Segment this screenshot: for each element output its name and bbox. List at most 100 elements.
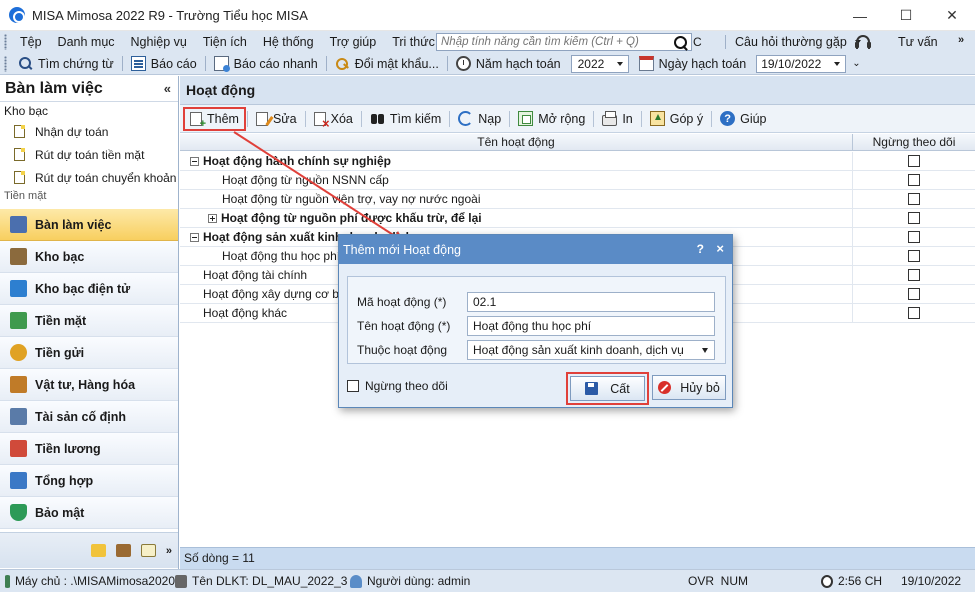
nav-label: Tiền mặt xyxy=(35,313,87,328)
column-header-name[interactable]: Tên hoạt động xyxy=(180,134,853,150)
nav-overflow-icon[interactable]: » xyxy=(166,545,172,557)
headset-icon[interactable] xyxy=(855,35,871,49)
refresh-icon xyxy=(458,111,474,126)
dialog-title: Thêm mới Hoạt động xyxy=(343,242,461,257)
feature-search-box[interactable] xyxy=(436,33,692,51)
reload-button[interactable]: Nạp xyxy=(451,107,508,131)
menu-knowledge[interactable]: Tri thức xyxy=(384,31,443,53)
stop-tracking-checkbox[interactable] xyxy=(908,307,920,319)
nav-workspace[interactable]: Bàn làm việc xyxy=(0,209,178,241)
stop-tracking-checkbox[interactable] xyxy=(908,269,920,281)
help-button[interactable]: ? Giúp xyxy=(713,107,773,131)
menu-file[interactable]: Tệp xyxy=(12,31,50,53)
expand-node-icon[interactable] xyxy=(208,213,217,223)
table-row[interactable]: Hoạt động từ nguồn viện trợ, vay nợ nước… xyxy=(180,190,975,209)
find-voucher-button[interactable]: Tìm chứng từ xyxy=(12,56,120,71)
menu-catalog[interactable]: Danh mục xyxy=(50,31,123,53)
nav-payroll[interactable]: Tiền lương xyxy=(0,433,178,465)
code-input[interactable]: 02.1 xyxy=(467,292,715,312)
print-button[interactable]: In xyxy=(595,107,639,131)
checkbox-icon[interactable] xyxy=(347,380,359,392)
nav-label: Kho bạc xyxy=(35,249,85,264)
parent-select[interactable]: Hoạt động sản xuất kinh doanh, dịch vụ xyxy=(467,340,715,360)
activity-name-cell[interactable]: Hoạt động hành chính sự nghiệp xyxy=(180,152,853,170)
stop-tracking-checkbox[interactable] xyxy=(908,212,920,224)
dialog-close-icon[interactable]: × xyxy=(716,241,724,256)
link-withdraw-transfer[interactable]: Rút dự toán chuyển khoản xyxy=(0,166,178,189)
collapse-panel-icon[interactable]: « xyxy=(164,81,171,96)
nav-inventory[interactable]: Vật tư, Hàng hóa xyxy=(0,369,178,401)
stop-tracking-checkbox[interactable] xyxy=(908,155,920,167)
chevron-down-icon[interactable] xyxy=(702,348,708,353)
expand-button[interactable]: Mở rộng xyxy=(511,107,592,131)
name-input[interactable]: Hoạt động thu học phí xyxy=(467,316,715,336)
nav-cash[interactable]: Tiền mặt xyxy=(0,305,178,337)
search-icon[interactable] xyxy=(673,35,689,51)
maximize-button[interactable]: ☐ xyxy=(883,0,929,31)
stop-tracking-checkbox[interactable] xyxy=(908,288,920,300)
activity-name-cell[interactable]: Hoạt động từ nguồn viện trợ, vay nợ nước… xyxy=(180,190,853,208)
chevron-down-icon xyxy=(616,61,623,66)
add-button[interactable]: Thêm xyxy=(183,106,246,131)
close-window-button[interactable]: ✕ xyxy=(929,0,975,31)
printer-icon xyxy=(602,110,618,126)
nav-treasury[interactable]: Kho bạc xyxy=(0,241,178,273)
faq-label: Câu hỏi thường gặp xyxy=(735,35,847,49)
quick-report-button[interactable]: Báo cáo nhanh xyxy=(208,56,324,72)
menu-help[interactable]: Trợ giúp xyxy=(322,31,385,53)
search-button[interactable]: Tìm kiếm xyxy=(363,107,448,131)
advisor-menu[interactable]: Tư vấn xyxy=(898,31,938,53)
folder-icon[interactable] xyxy=(90,544,106,557)
nav-general[interactable]: Tổng hợp xyxy=(0,465,178,497)
fiscal-year-label: Năm hạch toán xyxy=(475,56,561,71)
posting-date-input[interactable]: 19/10/2022 xyxy=(756,54,847,73)
link-withdraw-cash[interactable]: Rút dự toán tiền mặt xyxy=(0,143,178,166)
nav-deposit[interactable]: Tiền gửi xyxy=(0,337,178,369)
stop-tracking-checkbox[interactable]: Ngừng theo dõi xyxy=(347,379,448,393)
nav-security[interactable]: Bảo mật xyxy=(0,497,178,529)
feedback-button[interactable]: Góp ý xyxy=(643,107,710,131)
chevron-down-icon[interactable] xyxy=(834,61,841,66)
report-button[interactable]: Báo cáo xyxy=(125,56,203,71)
cancel-button[interactable]: Hủy bỏ xyxy=(652,375,726,400)
fiscal-year-select[interactable]: 2022 xyxy=(570,54,629,73)
nav-fixed-assets[interactable]: Tài sản cố định xyxy=(0,401,178,433)
minimize-button[interactable]: — xyxy=(837,0,883,31)
toolbar-more-icon[interactable]: ⌄ xyxy=(852,58,860,69)
menu-utilities[interactable]: Tiện ích xyxy=(195,31,255,53)
quick-report-icon xyxy=(213,56,230,72)
edit-note-icon[interactable] xyxy=(140,544,156,557)
delete-button[interactable]: Xóa xyxy=(307,107,360,131)
nav-e-treasury[interactable]: Kho bạc điện tử xyxy=(0,273,178,305)
stop-tracking-checkbox[interactable] xyxy=(908,231,920,243)
briefcase-icon[interactable] xyxy=(115,544,131,557)
collapse-node-icon[interactable] xyxy=(190,232,199,242)
activity-name-cell[interactable]: Hoạt động từ nguồn phí được khấu trừ, để… xyxy=(180,209,853,227)
fiscal-year-label-group: Năm hạch toán xyxy=(450,56,567,71)
dialog-help-icon[interactable]: ? xyxy=(697,242,704,256)
fiscal-year-value: 2022 xyxy=(577,56,605,71)
save-button-highlight: Cất xyxy=(566,372,649,405)
stopped-cell xyxy=(853,209,975,227)
collapse-node-icon[interactable] xyxy=(190,156,199,166)
time-status: 2:56 CH xyxy=(821,574,901,588)
table-row[interactable]: Hoạt động từ nguồn NSNN cấp xyxy=(180,171,975,190)
table-row[interactable]: Hoạt động từ nguồn phí được khấu trừ, để… xyxy=(180,209,975,228)
feature-search-input[interactable] xyxy=(437,36,667,48)
magnifier-icon xyxy=(18,56,33,71)
activity-name-cell[interactable]: Hoạt động từ nguồn NSNN cấp xyxy=(180,171,853,189)
faq-menu[interactable]: Câu hỏi thường gặp xyxy=(725,31,861,53)
stop-tracking-checkbox[interactable] xyxy=(908,193,920,205)
table-row[interactable]: Hoạt động hành chính sự nghiệp xyxy=(180,152,975,171)
menu-overflow-icon[interactable]: » xyxy=(958,34,964,46)
stop-tracking-checkbox[interactable] xyxy=(908,174,920,186)
save-button[interactable]: Cất xyxy=(570,376,645,401)
code-label: Mã hoạt động (*) xyxy=(357,295,447,309)
column-header-stopped[interactable]: Ngừng theo dõi xyxy=(853,134,975,150)
menu-system[interactable]: Hệ thống xyxy=(255,31,322,53)
link-receive-estimate[interactable]: Nhận dự toán xyxy=(0,120,178,143)
menu-operations[interactable]: Nghiệp vụ xyxy=(123,31,195,53)
edit-button[interactable]: Sửa xyxy=(249,107,304,131)
change-password-button[interactable]: Đổi mật khẩu... xyxy=(329,56,445,71)
stop-tracking-checkbox[interactable] xyxy=(908,250,920,262)
